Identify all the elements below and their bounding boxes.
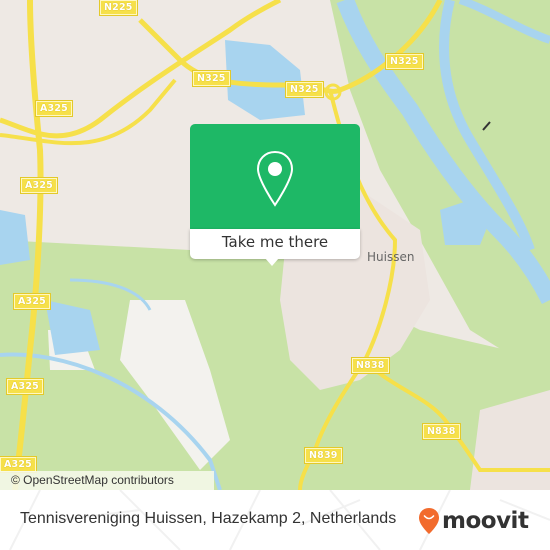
road-shield: N325	[192, 70, 231, 87]
lake	[225, 40, 305, 120]
place-label-huissen: Huissen	[367, 250, 415, 264]
road-shield: N225	[99, 0, 138, 16]
popup-pointer	[265, 258, 279, 266]
moovit-wordmark: moovit	[442, 508, 529, 534]
map-pin-icon	[256, 150, 294, 207]
map[interactable]: N225 N325 N325 N325 A325 A325 A325 A325 …	[0, 0, 550, 490]
road-shield: N838	[351, 357, 390, 374]
road-shield: N838	[422, 423, 461, 440]
moovit-logo[interactable]: moovit	[418, 507, 529, 535]
take-me-there-label: Take me there	[221, 233, 329, 251]
road-shield: A325	[13, 293, 51, 310]
road-shield: A325	[35, 100, 73, 117]
road-a325	[0, 78, 177, 146]
road-shield: A325	[6, 378, 44, 395]
road-shield: N839	[304, 447, 343, 464]
footer: Tennisvereniging Huissen, Hazekamp 2, Ne…	[0, 490, 550, 550]
lake	[0, 210, 30, 265]
road-shield: A325	[0, 456, 37, 473]
map-attribution[interactable]: © OpenStreetMap contributors	[0, 471, 214, 490]
road-shield: N325	[285, 81, 324, 98]
location-popup[interactable]: Take me there	[190, 124, 360, 266]
road-shield: A325	[20, 177, 58, 194]
take-me-there-button[interactable]: Take me there	[190, 229, 360, 259]
road-shield: N325	[385, 53, 424, 70]
moovit-pin-icon	[419, 508, 439, 534]
place-address: Tennisvereniging Huissen, Hazekamp 2, Ne…	[20, 510, 397, 527]
